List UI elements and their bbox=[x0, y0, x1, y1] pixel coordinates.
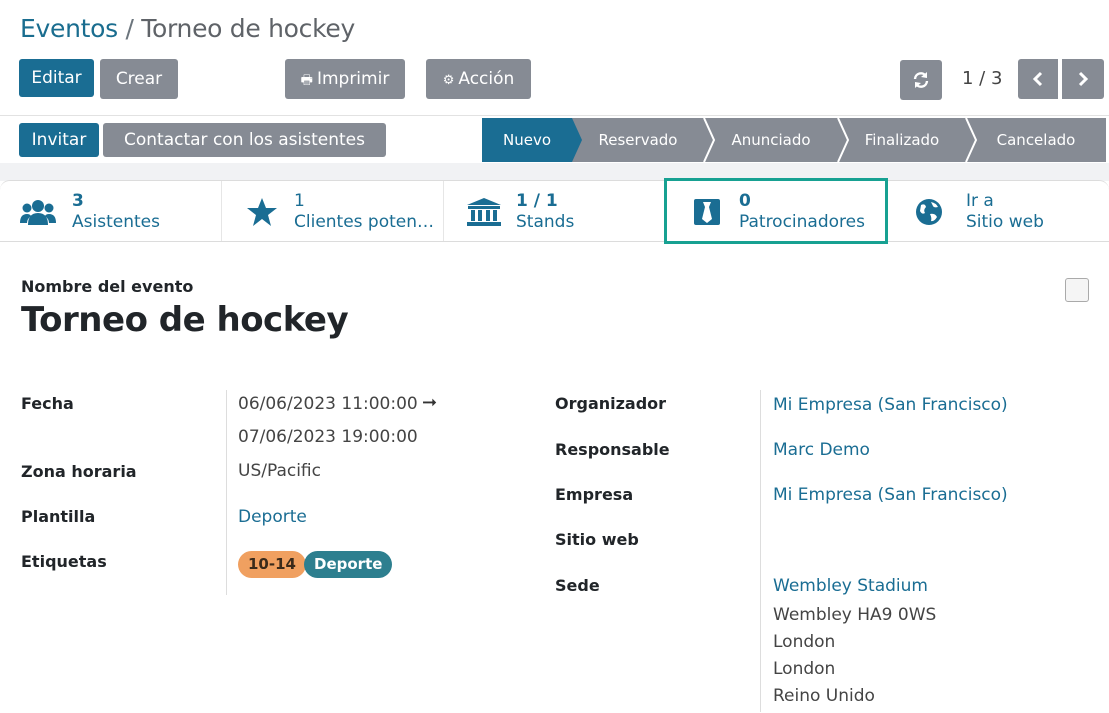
venue-address-line: London bbox=[773, 659, 836, 679]
breadcrumb-current: Torneo de hockey bbox=[141, 14, 355, 43]
website-label: Sitio web bbox=[966, 212, 1044, 232]
contact-attendees-button[interactable]: Contactar con los asistentes bbox=[103, 123, 386, 157]
tag-badge[interactable]: 10-14 bbox=[238, 551, 306, 578]
template-label: Plantilla bbox=[21, 507, 96, 526]
smart-button-attendees[interactable]: 3 Asistentes bbox=[0, 181, 222, 241]
left-group-divider bbox=[226, 390, 227, 595]
favorite-checkbox[interactable] bbox=[1065, 278, 1089, 302]
chevron-right-icon bbox=[1078, 71, 1089, 87]
booths-count: 1 / 1 bbox=[516, 191, 558, 211]
gear-icon: ⚙ bbox=[442, 73, 455, 88]
company-label: Empresa bbox=[555, 485, 634, 504]
tag-badge[interactable]: Deporte bbox=[304, 551, 393, 578]
globe-icon bbox=[916, 199, 942, 225]
action-button[interactable]: ⚙ Acción bbox=[426, 59, 531, 99]
organizer-link[interactable]: Mi Empresa (San Francisco) bbox=[773, 395, 1008, 415]
company-link[interactable]: Mi Empresa (San Francisco) bbox=[773, 485, 1008, 505]
venue-link[interactable]: Wembley Stadium bbox=[773, 576, 928, 596]
template-link[interactable]: Deporte bbox=[238, 507, 307, 527]
leads-label: Clientes poten… bbox=[294, 212, 435, 232]
leads-count: 1 bbox=[294, 191, 305, 211]
sponsors-highlight-box bbox=[664, 178, 888, 244]
smart-buttons-row: 3 Asistentes 1 Clientes poten… 1 / 1 Sta… bbox=[0, 180, 1109, 242]
pager-value[interactable]: 1 / 3 bbox=[962, 68, 1002, 89]
event-name-title[interactable]: Torneo de hockey bbox=[21, 300, 349, 340]
chevron-left-icon bbox=[1032, 71, 1043, 87]
right-group-divider bbox=[760, 390, 761, 712]
attendees-count: 3 bbox=[72, 191, 84, 211]
venue-address-line: London bbox=[773, 632, 836, 652]
refresh-icon bbox=[913, 72, 929, 88]
tags-label: Etiquetas bbox=[21, 552, 107, 571]
stage-separators bbox=[570, 118, 978, 162]
smart-button-booths[interactable]: 1 / 1 Stands bbox=[444, 181, 666, 241]
responsible-link[interactable]: Marc Demo bbox=[773, 440, 870, 460]
sheet-background bbox=[0, 163, 1109, 181]
create-button[interactable]: Crear bbox=[100, 59, 178, 99]
attendees-label: Asistentes bbox=[72, 212, 160, 232]
organizer-label: Organizador bbox=[555, 394, 667, 413]
invite-button[interactable]: Invitar bbox=[19, 123, 99, 157]
arrow-right-icon: ➞ bbox=[422, 392, 438, 413]
date-end-field[interactable]: 07/06/2023 19:00:00 bbox=[238, 427, 418, 447]
website-goto-label: Ir a bbox=[966, 191, 994, 211]
timezone-label: Zona horaria bbox=[21, 462, 137, 481]
edit-button[interactable]: Editar bbox=[19, 59, 94, 97]
users-icon bbox=[20, 200, 56, 225]
event-name-label: Nombre del evento bbox=[21, 277, 194, 296]
smart-button-website[interactable]: Ir a Sitio web bbox=[888, 181, 1109, 241]
bank-icon bbox=[467, 198, 501, 226]
venue-address-line: Reino Unido bbox=[773, 686, 875, 706]
website-field-label: Sitio web bbox=[555, 530, 639, 549]
pager-previous-button[interactable] bbox=[1018, 59, 1058, 99]
star-icon bbox=[247, 198, 277, 226]
date-start-field[interactable]: 06/06/2023 11:00:00 bbox=[238, 394, 418, 414]
pager-next-button[interactable] bbox=[1062, 59, 1104, 99]
print-label: Imprimir bbox=[316, 69, 390, 89]
timezone-field[interactable]: US/Pacific bbox=[238, 461, 321, 481]
venue-label: Sede bbox=[555, 576, 600, 595]
refresh-button[interactable] bbox=[900, 60, 942, 100]
breadcrumb-separator: / bbox=[125, 14, 134, 43]
print-button[interactable]: 🖶 Imprimir bbox=[285, 59, 405, 99]
printer-icon: 🖶 bbox=[300, 73, 313, 88]
booths-label: Stands bbox=[516, 212, 575, 232]
smart-button-leads[interactable]: 1 Clientes poten… bbox=[222, 181, 444, 241]
date-label: Fecha bbox=[21, 394, 74, 413]
action-label: Acción bbox=[458, 69, 515, 89]
venue-address-line: Wembley HA9 0WS bbox=[773, 605, 937, 625]
responsible-label: Responsable bbox=[555, 440, 670, 459]
breadcrumb: Eventos / Torneo de hockey bbox=[20, 14, 355, 43]
breadcrumb-events-link[interactable]: Eventos bbox=[20, 14, 118, 43]
